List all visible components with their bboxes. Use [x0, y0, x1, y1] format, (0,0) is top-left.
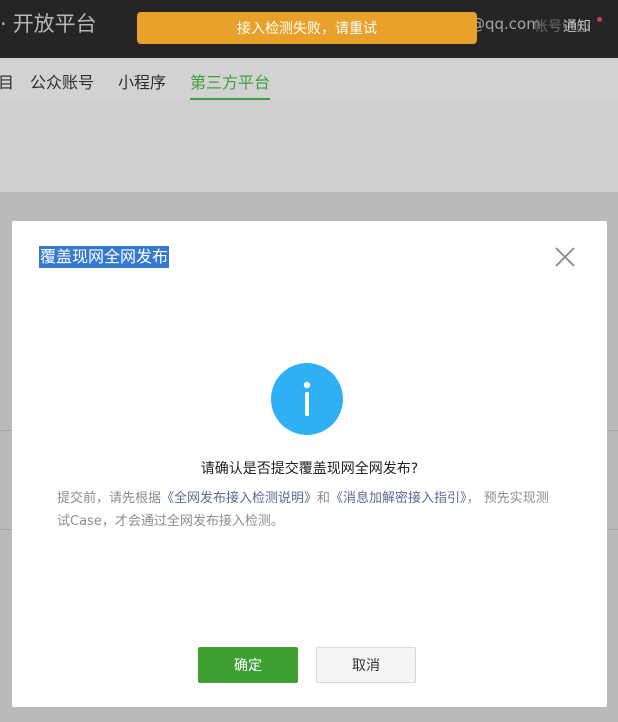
dialog-question: 请确认是否提交覆盖现网全网发布?	[200, 461, 419, 477]
desc-text: 提交前，请先根据	[57, 491, 162, 506]
publish-confirm-dialog: 覆盖现网全网发布 请确认是否提交覆盖现网全网发布? 提交前，请先根据《全网发布接…	[12, 221, 607, 707]
cancel-button[interactable]: 取消	[316, 647, 416, 683]
error-toast: 接入检测失败，请重试	[137, 12, 477, 44]
close-icon[interactable]	[553, 245, 577, 269]
dialog-title: 覆盖现网全网发布	[39, 246, 170, 268]
info-icon	[271, 363, 343, 435]
encryption-guide-link[interactable]: 《消息加解密接入指引》	[330, 491, 467, 506]
dialog-description: 提交前，请先根据《全网发布接入检测说明》和《消息加解密接入指引》， 预先实现测试…	[57, 487, 557, 533]
publish-check-guide-link[interactable]: 《全网发布接入检测说明》	[161, 491, 317, 506]
desc-text: 和	[317, 491, 331, 506]
confirm-button[interactable]: 确定	[198, 647, 298, 683]
